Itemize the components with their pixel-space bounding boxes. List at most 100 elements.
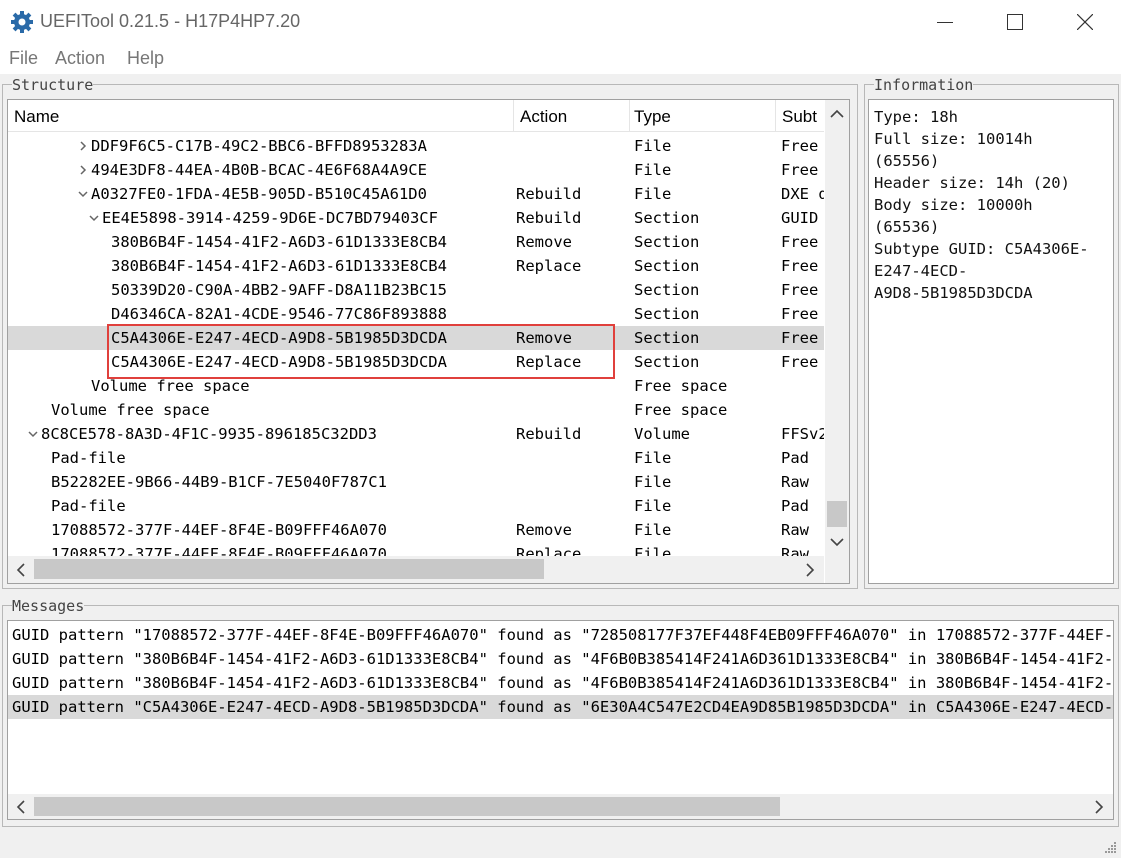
info-line: (65556) xyxy=(874,152,940,170)
tree-row[interactable]: 494E3DF8-44EA-4B0B-BCAC-4E6F68A4A9CE Fil… xyxy=(8,158,824,182)
tree-row-selected[interactable]: C5A4306E-E247-4ECD-A9D8-5B1985D3DCDA Rem… xyxy=(8,326,824,350)
message-item[interactable]: GUID pattern "380B6B4F-1454-41F2-A6D3-61… xyxy=(8,671,1113,695)
row-type: Section xyxy=(634,305,700,323)
column-action[interactable]: Action xyxy=(514,100,630,132)
message-item[interactable]: GUID pattern "380B6B4F-1454-41F2-A6D3-61… xyxy=(8,647,1113,671)
row-name: B52282EE-9B66-44B9-B1CF-7E5040F787C1 xyxy=(51,473,387,491)
tree-horizontal-scrollbar[interactable] xyxy=(8,556,824,583)
information-label: Information xyxy=(874,76,974,94)
row-subtype xyxy=(781,374,824,398)
minimize-button[interactable] xyxy=(910,0,980,44)
row-type: File xyxy=(634,497,672,515)
info-line: A9D8-5B1985D3DCDA xyxy=(874,284,1033,302)
tree-row[interactable]: Pad-file File Pad xyxy=(8,494,824,518)
scroll-right-icon[interactable] xyxy=(800,560,820,580)
tree-row[interactable]: Pad-file File Pad xyxy=(8,446,824,470)
row-type: File xyxy=(634,545,672,556)
info-line: Header size: 14h (20) xyxy=(874,174,1070,192)
tree-rows: DDF9F6C5-C17B-49C2-BBC6-BFFD8953283A Fil… xyxy=(8,134,824,556)
row-subtype: Free xyxy=(781,329,819,347)
tree-row[interactable]: 8C8CE578-8A3D-4F1C-9935-896185C32DD3 Reb… xyxy=(8,422,824,446)
row-name: 17088572-377F-44EF-8F4E-B09FFF46A070 xyxy=(51,521,387,539)
row-action xyxy=(516,470,628,494)
app-gear-icon xyxy=(11,11,33,33)
chevron-right-icon[interactable] xyxy=(76,158,90,182)
row-action: Remove xyxy=(516,329,572,347)
row-action xyxy=(516,446,628,470)
row-name: 494E3DF8-44EA-4B0B-BCAC-4E6F68A4A9CE xyxy=(91,161,427,179)
tree-row[interactable]: D46346CA-82A1-4CDE-9546-77C86F893888 Sec… xyxy=(8,302,824,326)
scroll-up-icon[interactable] xyxy=(827,104,847,124)
row-action: Replace xyxy=(516,353,582,371)
scroll-down-icon[interactable] xyxy=(827,532,847,552)
structure-tree[interactable]: Name Action Type Subt DDF9F6C5-C17B-49C2… xyxy=(7,99,850,584)
row-action xyxy=(516,278,628,302)
tree-vertical-scroll-thumb[interactable] xyxy=(827,501,847,527)
row-subtype: Pad xyxy=(781,497,809,515)
row-type: Section xyxy=(634,281,700,299)
row-type: File xyxy=(634,185,672,203)
row-name: Volume free space xyxy=(51,401,210,419)
tree-row[interactable]: 380B6B4F-1454-41F2-A6D3-61D1333E8CB4 Rem… xyxy=(8,230,824,254)
row-subtype: Raw xyxy=(781,545,809,556)
scroll-left-icon[interactable] xyxy=(11,560,31,580)
row-name: EE4E5898-3914-4259-9D6E-DC7BD79403CF xyxy=(102,209,438,227)
menu-action[interactable]: Action xyxy=(55,48,105,69)
maximize-button[interactable] xyxy=(980,0,1050,44)
menu-bar: File Action Help xyxy=(0,44,1121,74)
tree-row[interactable]: B52282EE-9B66-44B9-B1CF-7E5040F787C1 Fil… xyxy=(8,470,824,494)
close-button[interactable] xyxy=(1050,0,1120,44)
messages-label: Messages xyxy=(12,597,85,615)
tree-horizontal-scroll-thumb[interactable] xyxy=(34,559,544,579)
tree-row[interactable]: EE4E5898-3914-4259-9D6E-DC7BD79403CF Reb… xyxy=(8,206,824,230)
row-type: Section xyxy=(634,209,700,227)
chevron-down-icon[interactable] xyxy=(26,422,40,446)
messages-horizontal-scrollbar[interactable] xyxy=(8,794,1113,819)
row-subtype: Raw xyxy=(781,473,809,491)
row-name: 380B6B4F-1454-41F2-A6D3-61D1333E8CB4 xyxy=(111,257,447,275)
row-action xyxy=(516,398,628,422)
maximize-icon xyxy=(1007,14,1023,30)
info-line: Subtype GUID: C5A4306E- xyxy=(874,240,1089,258)
column-type[interactable]: Type xyxy=(630,100,776,132)
tree-row[interactable]: Volume free space Free space xyxy=(8,374,824,398)
chevron-right-icon[interactable] xyxy=(76,134,90,158)
scroll-right-icon[interactable] xyxy=(1089,797,1109,817)
chevron-down-icon[interactable] xyxy=(76,182,90,206)
tree-row[interactable]: 17088572-377F-44EF-8F4E-B09FFF46A070 Rep… xyxy=(8,542,824,556)
tree-row[interactable]: 50339D20-C90A-4BB2-9AFF-D8A11B23BC15 Sec… xyxy=(8,278,824,302)
row-name: 17088572-377F-44EF-8F4E-B09FFF46A070 xyxy=(51,545,387,556)
tree-row[interactable]: 380B6B4F-1454-41F2-A6D3-61D1333E8CB4 Rep… xyxy=(8,254,824,278)
info-line: Type: 18h xyxy=(874,108,958,126)
column-subtype[interactable]: Subt xyxy=(776,100,824,132)
tree-row[interactable]: A0327FE0-1FDA-4E5B-905D-B510C45A61D0 Reb… xyxy=(8,182,824,206)
row-type: File xyxy=(634,449,672,467)
tree-vertical-scrollbar[interactable] xyxy=(825,100,849,556)
tree-row[interactable]: DDF9F6C5-C17B-49C2-BBC6-BFFD8953283A Fil… xyxy=(8,134,824,158)
tree-row[interactable]: 17088572-377F-44EF-8F4E-B09FFF46A070 Rem… xyxy=(8,518,824,542)
row-type: File xyxy=(634,473,672,491)
scroll-left-icon[interactable] xyxy=(11,797,31,817)
row-subtype: Free xyxy=(781,353,819,371)
row-name: D46346CA-82A1-4CDE-9546-77C86F893888 xyxy=(111,305,447,323)
tree-row[interactable]: C5A4306E-E247-4ECD-A9D8-5B1985D3DCDA Rep… xyxy=(8,350,824,374)
info-line: (65536) xyxy=(874,218,940,236)
menu-file[interactable]: File xyxy=(9,48,38,69)
row-action xyxy=(516,158,628,182)
message-item-selected[interactable]: GUID pattern "C5A4306E-E247-4ECD-A9D8-5B… xyxy=(8,695,1113,719)
row-subtype: Raw xyxy=(781,521,809,539)
row-subtype: Free xyxy=(781,161,819,179)
row-action xyxy=(516,494,628,518)
row-type: Section xyxy=(634,353,700,371)
resize-grip-icon[interactable] xyxy=(1103,840,1117,854)
menu-help[interactable]: Help xyxy=(127,48,164,69)
message-item[interactable]: GUID pattern "17088572-377F-44EF-8F4E-B0… xyxy=(8,623,1113,647)
chevron-down-icon[interactable] xyxy=(87,206,101,230)
window-title: UEFITool 0.21.5 - H17P4HP7.20 xyxy=(40,11,301,31)
tree-row[interactable]: Volume free space Free space xyxy=(8,398,824,422)
messages-list[interactable]: GUID pattern "17088572-377F-44EF-8F4E-B0… xyxy=(7,620,1114,820)
row-subtype xyxy=(781,398,824,422)
row-name: Pad-file xyxy=(51,497,126,515)
column-name[interactable]: Name xyxy=(8,100,514,132)
messages-horizontal-scroll-thumb[interactable] xyxy=(34,797,780,816)
